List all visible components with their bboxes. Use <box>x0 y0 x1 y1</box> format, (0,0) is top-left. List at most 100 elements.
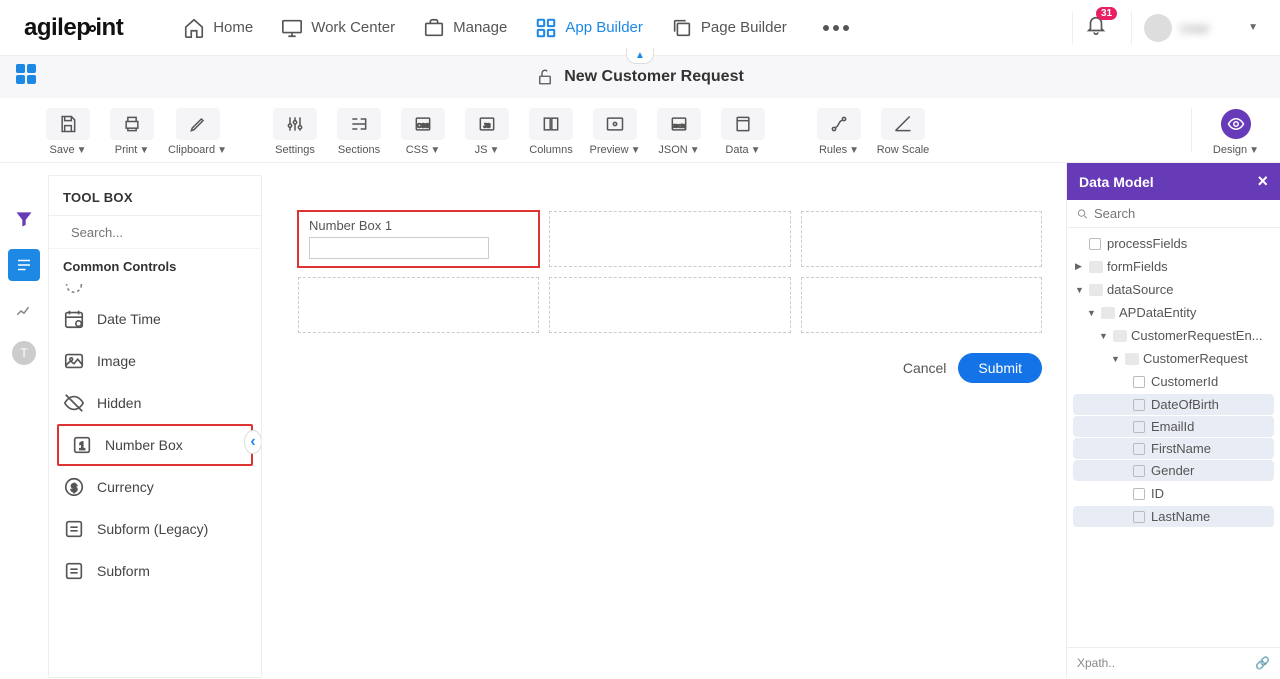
settings-button[interactable]: Settings <box>267 108 323 156</box>
canvas-empty-cell[interactable] <box>801 211 1042 267</box>
notifications-button[interactable]: 31 <box>1085 14 1107 41</box>
tree-customerrequest[interactable]: ▼CustomerRequest <box>1067 347 1280 370</box>
svg-text:1: 1 <box>79 441 85 453</box>
canvas-empty-cell[interactable] <box>549 211 790 267</box>
css-icon: CSS <box>413 114 433 134</box>
cancel-button[interactable]: Cancel <box>903 360 947 376</box>
data-button[interactable]: Data ▼ <box>715 108 771 156</box>
tree-apdataentity[interactable]: ▼APDataEntity <box>1067 301 1280 324</box>
svg-text:JS: JS <box>484 123 491 129</box>
submit-button[interactable]: Submit <box>958 353 1042 383</box>
tool-subform[interactable]: Subform <box>49 550 261 592</box>
number-icon: 1 <box>71 434 93 456</box>
tool-datetime[interactable]: Date Time <box>49 298 261 340</box>
svg-text:JSON: JSON <box>673 123 685 128</box>
nav-pagebuilder[interactable]: Page Builder <box>671 17 787 39</box>
nav-workcenter[interactable]: Work Center <box>281 17 395 39</box>
css-button[interactable]: CSSCSS ▼ <box>395 108 451 156</box>
document-title: New Customer Request <box>536 68 744 86</box>
link-icon[interactable]: 🔗 <box>1255 656 1270 670</box>
tree-formfields[interactable]: ▶formFields <box>1067 255 1280 278</box>
toolbox-panel: ‹ TOOL BOX Common Controls Date Time Ima… <box>48 175 262 678</box>
nav-manage-label: Manage <box>453 19 507 36</box>
chevron-down-icon: ▼ <box>1248 22 1258 33</box>
preview-icon <box>605 114 625 134</box>
close-icon[interactable]: × <box>1257 171 1268 192</box>
canvas-empty-cell[interactable] <box>298 277 539 333</box>
canvas-empty-cell[interactable] <box>549 277 790 333</box>
form-icon <box>15 256 33 274</box>
currency-icon: $ <box>63 476 85 498</box>
preview-button[interactable]: Preview ▼ <box>587 108 643 156</box>
dm-footer: Xpath.. 🔗 <box>1067 647 1280 678</box>
user-name: User <box>1180 20 1240 36</box>
subform2-icon <box>63 560 85 582</box>
rail-text[interactable]: T <box>12 341 36 365</box>
apps-grid-icon[interactable] <box>16 64 25 73</box>
rowscale-button[interactable]: Row Scale <box>875 108 931 156</box>
dm-search[interactable] <box>1067 200 1280 228</box>
json-button[interactable]: JSONJSON ▼ <box>651 108 707 156</box>
tree-emailid[interactable]: EmailId <box>1073 416 1274 437</box>
nav-home[interactable]: Home <box>183 17 253 39</box>
tree-firstname[interactable]: FirstName <box>1073 438 1274 459</box>
data-icon <box>733 114 753 134</box>
copy-icon <box>671 17 693 39</box>
xpath-label: Xpath.. <box>1077 656 1115 670</box>
apps-icon <box>535 17 557 39</box>
briefcase-icon <box>423 17 445 39</box>
tree-customerid[interactable]: CustomerId <box>1067 370 1280 393</box>
toolbox-search[interactable] <box>49 216 261 249</box>
chart-icon <box>15 302 33 320</box>
tree-gender[interactable]: Gender <box>1073 460 1274 481</box>
svg-text:$: $ <box>71 483 77 495</box>
eye-off-icon <box>63 392 85 414</box>
nav-home-label: Home <box>213 19 253 36</box>
dm-search-input[interactable] <box>1094 206 1270 221</box>
canvas-numberbox-cell[interactable]: Number Box 1 <box>298 211 539 267</box>
rail-filter[interactable] <box>8 203 40 235</box>
tree-dateofbirth[interactable]: DateOfBirth <box>1073 394 1274 415</box>
collapse-header-button[interactable]: ▲ <box>626 48 654 64</box>
save-icon <box>58 114 78 134</box>
toolbox-collapse-button[interactable]: ‹ <box>244 430 262 454</box>
rail-chart[interactable] <box>8 295 40 327</box>
tree-id[interactable]: ID <box>1067 482 1280 505</box>
columns-icon <box>541 114 561 134</box>
print-button[interactable]: Print ▼ <box>104 108 160 156</box>
image-icon <box>63 350 85 372</box>
numberbox-input[interactable] <box>309 237 489 259</box>
data-model-header: Data Model × <box>1067 163 1280 200</box>
more-icon[interactable] <box>823 25 849 31</box>
columns-button[interactable]: Columns <box>523 108 579 156</box>
tree-lastname[interactable]: LastName <box>1073 506 1274 527</box>
rules-icon <box>829 114 849 134</box>
tool-numberbox[interactable]: 1Number Box <box>57 424 253 466</box>
tool-image[interactable]: Image <box>49 340 261 382</box>
rail-form[interactable] <box>8 249 40 281</box>
nav-manage[interactable]: Manage <box>423 17 507 39</box>
tool-hidden[interactable]: Hidden <box>49 382 261 424</box>
nav-workcenter-label: Work Center <box>311 19 395 36</box>
tree-customerrequesten[interactable]: ▼CustomerRequestEn... <box>1067 324 1280 347</box>
canvas-empty-cell[interactable] <box>801 277 1042 333</box>
sections-button[interactable]: Sections <box>331 108 387 156</box>
user-menu[interactable]: User ▼ <box>1144 14 1258 42</box>
toolbox-search-input[interactable] <box>71 225 247 240</box>
rules-button[interactable]: Rules ▼ <box>811 108 867 156</box>
funnel-icon <box>14 209 34 229</box>
notification-badge: 31 <box>1096 7 1117 20</box>
tool-subform-legacy[interactable]: Subform (Legacy) <box>49 508 261 550</box>
nav-appbuilder[interactable]: App Builder <box>535 17 643 39</box>
save-button[interactable]: Save ▼ <box>40 108 96 156</box>
tree-datasource[interactable]: ▼dataSource <box>1067 278 1280 301</box>
svg-text:CSS: CSS <box>417 123 429 129</box>
js-icon: JS <box>477 114 497 134</box>
tree-processfields[interactable]: processFields <box>1067 232 1280 255</box>
nav-appbuilder-label: App Builder <box>565 19 643 36</box>
design-button[interactable]: Design ▼ <box>1208 108 1264 156</box>
unlock-icon <box>536 68 554 86</box>
js-button[interactable]: JSJS ▼ <box>459 108 515 156</box>
tool-currency[interactable]: $Currency <box>49 466 261 508</box>
clipboard-button[interactable]: Clipboard ▼ <box>168 108 227 156</box>
